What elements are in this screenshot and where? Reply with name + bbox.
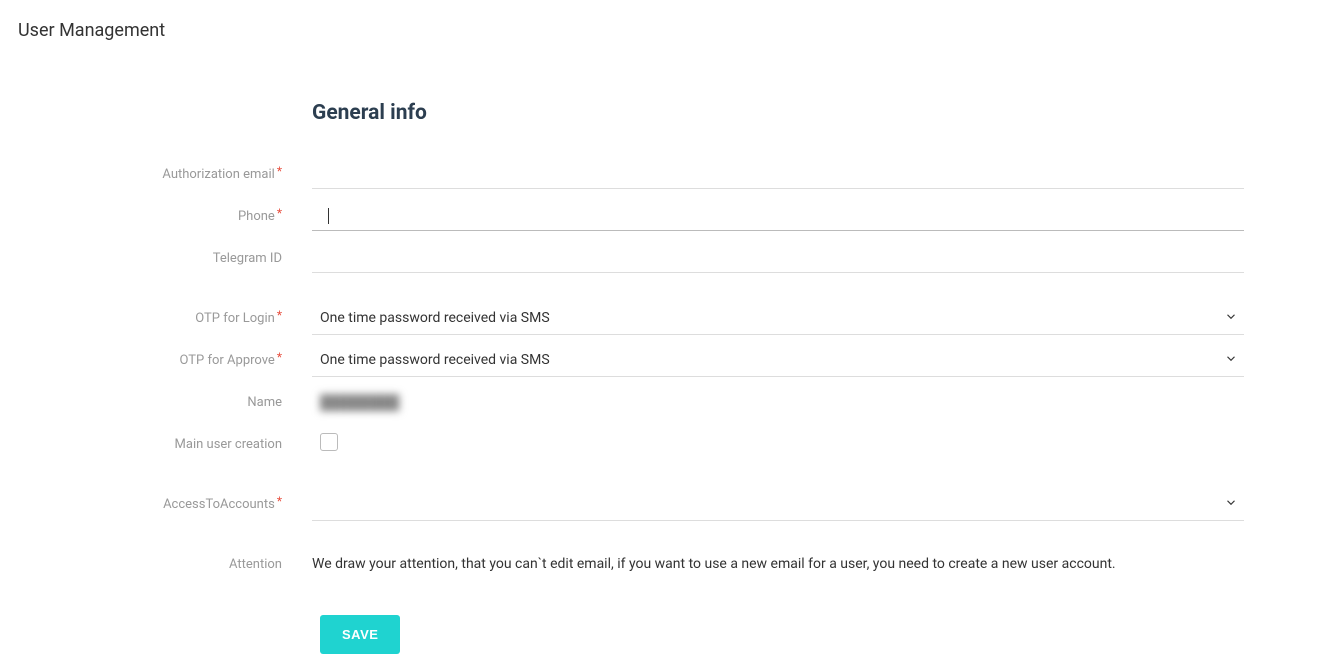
save-button[interactable]: Save <box>320 615 400 654</box>
name-value: ████████ <box>312 388 1244 417</box>
row-otp-login: OTP for Login* One time password receive… <box>0 297 1344 339</box>
label-telegram: Telegram ID <box>0 251 290 266</box>
text-cursor <box>328 208 329 224</box>
required-star: * <box>277 164 282 178</box>
attention-text: We draw your attention, that you can`t e… <box>312 550 1244 578</box>
label-telegram-text: Telegram ID <box>213 251 282 266</box>
telegram-input[interactable] <box>312 244 1244 273</box>
otp-approve-select[interactable]: One time password received via SMS <box>312 344 1244 377</box>
row-main-user: Main user creation <box>0 423 1344 465</box>
label-otp-login: OTP for Login* <box>0 311 290 326</box>
row-auth-email: Authorization email* <box>0 153 1344 195</box>
label-otp-login-text: OTP for Login <box>195 311 275 326</box>
required-star: * <box>277 350 282 364</box>
otp-approve-value: One time password received via SMS <box>312 344 1244 376</box>
user-form: General info Authorization email* Phone*… <box>0 101 1344 654</box>
label-otp-approve-text: OTP for Approve <box>180 353 275 368</box>
row-phone: Phone* <box>0 195 1344 237</box>
row-telegram: Telegram ID <box>0 237 1344 279</box>
label-name: Name <box>0 395 290 410</box>
otp-login-value: One time password received via SMS <box>312 302 1244 334</box>
required-star: * <box>277 494 282 508</box>
otp-login-select[interactable]: One time password received via SMS <box>312 302 1244 335</box>
phone-input[interactable] <box>312 201 1244 230</box>
label-auth-email-text: Authorization email <box>162 167 274 182</box>
row-name: Name ████████ <box>0 381 1344 423</box>
label-access-accounts: AccessToAccounts* <box>0 497 290 512</box>
label-phone-text: Phone <box>238 209 275 224</box>
label-name-text: Name <box>247 395 282 410</box>
label-main-user-text: Main user creation <box>175 437 282 452</box>
auth-email-input[interactable] <box>312 160 1244 189</box>
row-otp-approve: OTP for Approve* One time password recei… <box>0 339 1344 381</box>
label-attention: Attention <box>0 557 290 572</box>
label-access-accounts-text: AccessToAccounts <box>163 497 275 512</box>
section-title: General info <box>312 101 1344 125</box>
row-attention: Attention We draw your attention, that y… <box>0 543 1344 585</box>
label-otp-approve: OTP for Approve* <box>0 353 290 368</box>
access-accounts-value <box>312 488 1244 520</box>
main-user-checkbox[interactable] <box>320 433 338 451</box>
label-main-user: Main user creation <box>0 437 290 452</box>
required-star: * <box>277 308 282 322</box>
required-star: * <box>277 206 282 220</box>
label-phone: Phone* <box>0 209 290 224</box>
label-attention-text: Attention <box>229 557 282 572</box>
row-access-accounts: AccessToAccounts* <box>0 483 1344 525</box>
label-auth-email: Authorization email* <box>0 167 290 182</box>
access-accounts-select[interactable] <box>312 488 1244 521</box>
page-title: User Management <box>0 0 1344 41</box>
